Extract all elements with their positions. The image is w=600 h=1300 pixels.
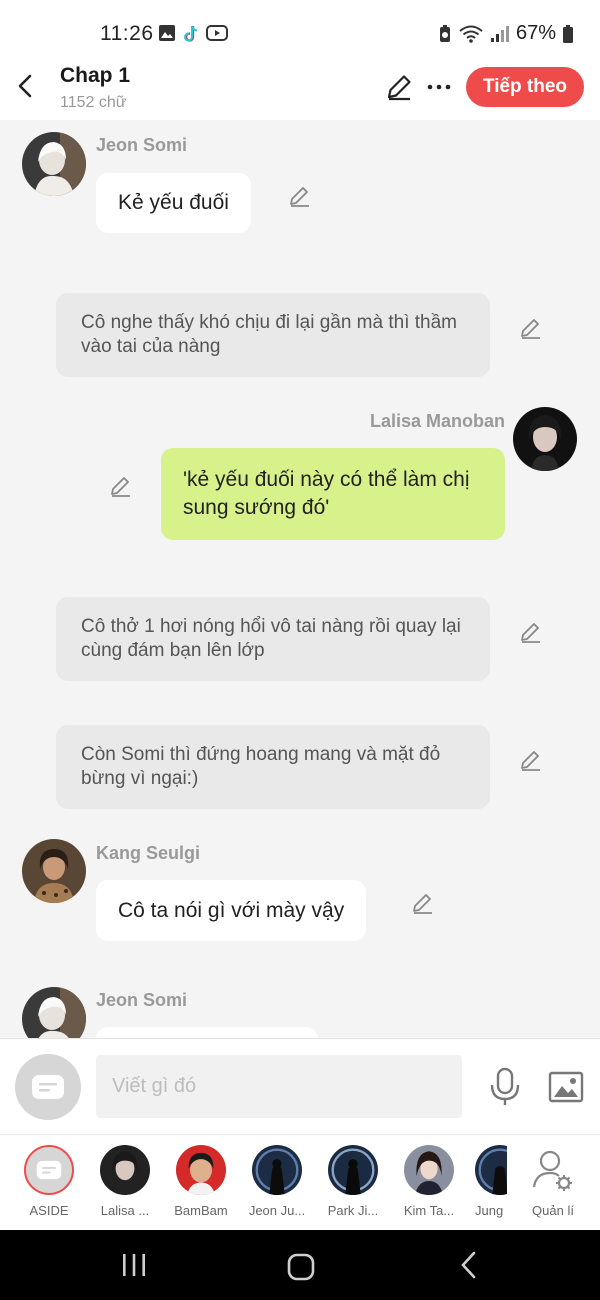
character-item-kim-ta[interactable]: Kim Ta... [399, 1145, 459, 1218]
character-label: Jeon Ju... [248, 1203, 306, 1218]
character-item-bambam[interactable]: BamBam [171, 1145, 231, 1218]
avatar [475, 1145, 507, 1195]
manage-user-gear-icon [532, 1150, 572, 1191]
character-label: BamBam [174, 1203, 228, 1218]
character-label: ASIDE [29, 1203, 69, 1218]
edit-message-icon[interactable] [410, 890, 436, 916]
character-label: Quản lí [532, 1203, 574, 1218]
character-item-jeon-ju[interactable]: Jeon Ju... [247, 1145, 307, 1218]
gallery-icon [159, 25, 175, 41]
message-bubble[interactable]: Cô ta nói gì với mày vậy [96, 880, 367, 941]
sender-name: Lalisa Manoban [370, 411, 506, 431]
narration-bubble[interactable]: Còn Somi thì đứng hoang mang và mặt đỏ b… [56, 725, 490, 809]
sender-name: Kang Seulgi [96, 843, 201, 863]
avatar [100, 1145, 150, 1195]
avatar-kang-seulgi[interactable] [22, 839, 86, 903]
character-label: Park Ji... [327, 1203, 379, 1218]
message-bubble[interactable]: Kẻ yếu đuối [96, 173, 251, 233]
battery-percent: 67% [515, 22, 556, 44]
narration-bubble[interactable]: Cô thở 1 hơi nóng hổi vô tai nàng rồi qu… [56, 597, 490, 681]
character-label: Kim Ta... [403, 1203, 455, 1218]
status-time: 11:26 [100, 22, 154, 45]
sender-name: Jeon Somi [96, 990, 188, 1010]
character-label: Lalisa ... [100, 1203, 150, 1218]
edit-message-icon[interactable] [108, 473, 134, 499]
edit-pen-icon[interactable] [384, 72, 414, 102]
avatar [328, 1145, 378, 1195]
character-item-aside[interactable]: ASIDE [19, 1145, 79, 1218]
message-input[interactable] [96, 1055, 462, 1118]
sender-name: Jeon Somi [96, 135, 188, 155]
home-icon[interactable] [286, 1252, 316, 1282]
character-bar: ASIDE Lalisa ... BamBam Jeon Ju... Park … [0, 1134, 600, 1230]
avatar [176, 1145, 226, 1195]
edit-message-icon[interactable] [518, 315, 544, 341]
edit-message-icon[interactable] [518, 747, 544, 773]
signal-icon [490, 25, 509, 42]
edit-message-icon[interactable] [518, 619, 544, 645]
word-count: 1152 chữ [60, 94, 127, 111]
battery-icon [563, 24, 573, 43]
character-item-lalisa[interactable]: Lalisa ... [95, 1145, 155, 1218]
avatar-jeon-somi[interactable] [22, 987, 86, 1038]
microphone-icon[interactable] [488, 1067, 522, 1107]
nav-back-icon[interactable] [458, 1250, 480, 1280]
avatar [252, 1145, 302, 1195]
image-upload-icon[interactable] [548, 1069, 584, 1105]
app-header: Chap 1 1152 chữ Tiếp theo [0, 60, 600, 120]
battery-saver-icon [439, 24, 450, 42]
character-item-park-ji[interactable]: Park Ji... [323, 1145, 383, 1218]
avatar-jeon-somi[interactable] [22, 132, 86, 196]
page-title: Chap 1 [60, 64, 131, 87]
character-item-jung[interactable]: Jung [475, 1145, 507, 1218]
message-composer [0, 1038, 600, 1134]
aside-chat-icon [36, 1160, 62, 1180]
avatar-lalisa-manoban[interactable] [513, 407, 577, 471]
system-nav-bar [0, 1230, 600, 1300]
recent-apps-icon[interactable] [120, 1252, 148, 1278]
next-chapter-button[interactable]: Tiếp theo [466, 67, 584, 107]
aside-chat-icon [32, 1075, 64, 1099]
avatar [404, 1145, 454, 1195]
status-bar: 11:26 67% [0, 0, 600, 60]
edit-message-icon[interactable] [287, 183, 313, 209]
chat-area[interactable]: Jeon Somi Kẻ yếu đuối Cô nghe thấy khó c… [0, 120, 600, 1038]
character-label: Jung [475, 1203, 504, 1218]
tiktok-icon [184, 25, 198, 42]
message-bubble[interactable]: 'kẻ yếu đuối này có thể làm chị sung sướ… [161, 448, 505, 540]
more-options-icon[interactable] [424, 72, 454, 102]
manage-characters-button[interactable]: Quản lí [522, 1145, 584, 1218]
message-bubble[interactable] [96, 1027, 318, 1038]
aside-toggle-button[interactable] [15, 1054, 81, 1120]
youtube-icon [206, 25, 228, 41]
aside-avatar [24, 1145, 74, 1195]
narration-bubble[interactable]: Cô nghe thấy khó chịu đi lại gần mà thì … [56, 293, 490, 377]
wifi-icon [459, 25, 483, 43]
back-arrow-icon[interactable] [10, 70, 42, 102]
